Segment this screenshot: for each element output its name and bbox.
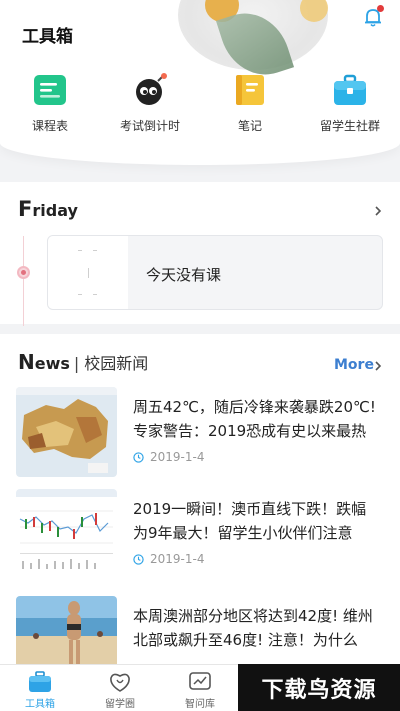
chevron-right-icon[interactable] (372, 205, 384, 217)
day-title-initial: F (18, 197, 33, 221)
tool-grid: 课程表 考试倒计时 笔记 留学生社群 (0, 72, 400, 142)
tool-label: 考试倒计时 (119, 119, 180, 133)
more-link[interactable]: More (334, 357, 374, 373)
notebook-icon (236, 75, 264, 105)
news-title: 周五42℃，随后冷锋来袭暴跌20℃! 专家警告：2019恐成有史以来最热年 (133, 398, 376, 440)
day-title-rest: riday (32, 201, 78, 220)
news-item[interactable]: 周五42℃，随后冷锋来袭暴跌20℃! 专家警告：2019恐成有史以来最热年 20… (0, 387, 400, 482)
news-title-rest: ews (34, 354, 70, 373)
briefcase-icon (334, 74, 366, 105)
tool-label: 课程表 (31, 119, 68, 133)
news-title: 本周澳洲部分地区将达到42度! 维州北部或飙升至46度! 注意！为什么 (133, 607, 373, 649)
stock-chart-thumbnail (16, 489, 117, 579)
news-item[interactable]: 2019一瞬间！澳币直线下跌！跌幅为9年最大！留学生小伙伴们注意 2019-1-… (0, 489, 400, 584)
tool-schedule[interactable]: 课程表 (0, 72, 100, 142)
news-date: 2019-1-4 (133, 552, 204, 566)
tool-exam-countdown[interactable]: 考试倒计时 (100, 72, 200, 142)
tool-label: 留学生社群 (319, 119, 380, 133)
notification-badge (377, 5, 384, 12)
timeline-line (23, 236, 24, 326)
news-subtitle: 校园新闻 (84, 354, 149, 373)
nav-label: 智问库 (185, 699, 215, 710)
campus-news-section: News | 校园新闻 More 周五42℃，随后冷锋来袭暴跌20℃! 专家警告… (0, 334, 400, 686)
page-title: 工具箱 (22, 27, 73, 47)
watermark-logo: 下载鸟资源 (238, 664, 400, 711)
nav-label: 留学圈 (105, 699, 135, 710)
news-heading: News | 校园新闻 (18, 350, 148, 374)
timeline-dot (17, 266, 30, 279)
news-date: 2019-1-4 (133, 450, 204, 464)
news-title-separator: | (73, 354, 80, 373)
clock-icon (133, 451, 144, 463)
study-circle-icon (110, 673, 130, 692)
map-thumbnail (16, 387, 117, 477)
news-title-initial: N (18, 350, 35, 374)
nav-label: 工具箱 (25, 699, 55, 710)
bomb-icon (136, 73, 167, 105)
toolbox-header: 工具箱 课程表 考试倒计时 笔记 留学生社群 (0, 0, 400, 165)
knowledge-base-icon (189, 672, 211, 690)
course-card[interactable]: 今天没有课 (47, 235, 383, 310)
news-date-text: 2019-1-4 (150, 552, 205, 566)
nav-study-circle[interactable]: 留学圈 (80, 665, 160, 711)
day-title[interactable]: Friday (18, 197, 78, 221)
news-date-text: 2019-1-4 (150, 450, 205, 464)
toolbox-icon (29, 671, 51, 692)
tool-notes[interactable]: 笔记 (200, 72, 300, 142)
news-title: 2019一瞬间！澳币直线下跌！跌幅为9年最大！留学生小伙伴们注意 (133, 500, 367, 542)
clock-icon (133, 553, 144, 565)
schedule-icon (34, 75, 66, 105)
course-time-slot (48, 236, 128, 309)
tool-label: 笔记 (237, 119, 262, 133)
chevron-right-icon[interactable] (372, 360, 384, 372)
nav-toolbox[interactable]: 工具箱 (0, 665, 80, 711)
today-schedule-section: Friday 今天没有课 (0, 182, 400, 326)
tool-student-community[interactable]: 留学生社群 (300, 72, 400, 142)
nav-knowledge-base[interactable]: 智问库 (160, 665, 240, 711)
no-class-text: 今天没有课 (146, 266, 222, 284)
